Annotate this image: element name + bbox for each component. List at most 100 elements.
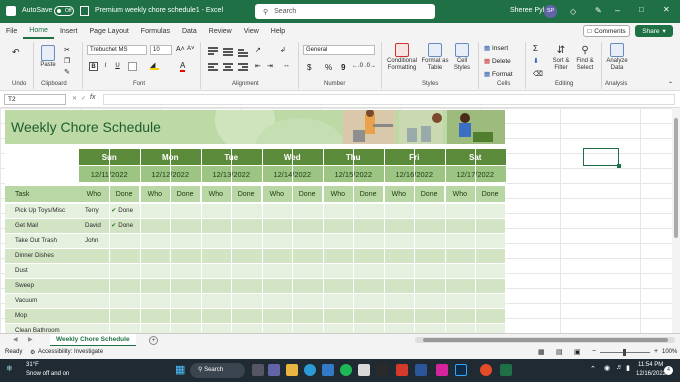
table-row[interactable]: Get Mail David ✔ Done xyxy=(5,219,505,233)
zoom-slider[interactable] xyxy=(600,349,650,356)
taskbar-search[interactable]: ⚲ Search xyxy=(190,363,245,378)
minimize-icon[interactable]: – xyxy=(615,5,620,15)
page-layout-view-icon[interactable]: ▤ xyxy=(556,348,563,356)
done-cell[interactable]: Done xyxy=(118,204,138,218)
format-cells-button[interactable]: ▦ Format xyxy=(484,70,513,78)
teams-icon[interactable] xyxy=(268,364,280,376)
autosave-toggle[interactable]: Off xyxy=(54,6,74,16)
comma-button[interactable]: 9 xyxy=(341,63,345,72)
table-row[interactable]: Vacuum xyxy=(5,294,505,308)
menu-insert[interactable]: Insert xyxy=(54,28,84,35)
decrease-decimal-icon[interactable]: .0→ xyxy=(365,63,376,69)
increase-decimal-icon[interactable]: ←.0 xyxy=(352,63,363,69)
task-view-icon[interactable] xyxy=(252,364,264,376)
done-column-header[interactable]: Done xyxy=(353,186,383,202)
comments-button[interactable]: □ Comments xyxy=(583,25,630,37)
search-box[interactable]: ⚲ Search xyxy=(255,4,435,19)
cancel-formula-icon[interactable]: ✕ xyxy=(72,95,77,102)
fill-color-icon[interactable]: ◢ xyxy=(150,61,159,70)
weather-temperature[interactable]: 31°F xyxy=(26,362,39,368)
align-top-button[interactable] xyxy=(208,46,218,56)
analyze-data-button[interactable]: Analyze Data xyxy=(604,43,630,72)
file-explorer-icon[interactable] xyxy=(286,364,298,376)
chrome-icon[interactable] xyxy=(480,364,492,376)
app-icon[interactable] xyxy=(376,364,388,376)
table-row[interactable]: Pick Up Toys/Misc Terry ✔ Done xyxy=(5,204,505,218)
number-format-select[interactable]: General xyxy=(303,45,375,55)
clear-icon[interactable]: ⌫ xyxy=(533,70,543,78)
who-column-header[interactable]: Who xyxy=(140,186,170,202)
volume-icon[interactable]: ♬ xyxy=(616,364,623,371)
prev-sheet-icon[interactable]: ◀ xyxy=(13,336,18,343)
task-name[interactable]: Vacuum xyxy=(15,294,79,308)
spreadsheet-grid[interactable]: Weekly Chore Schedule Sun12/11/2022WhoDo… xyxy=(0,108,680,353)
sort-filter-button[interactable]: ⇵ Sort & Filter xyxy=(549,43,573,72)
avatar[interactable]: SP xyxy=(544,5,557,18)
table-row[interactable]: Take Out Trash John xyxy=(5,234,505,248)
menu-review[interactable]: Review xyxy=(203,28,238,35)
bold-button[interactable]: B xyxy=(89,62,98,71)
currency-button[interactable]: $ xyxy=(307,63,311,72)
zoom-in-button[interactable]: + xyxy=(654,348,658,355)
who-column-header[interactable]: Who xyxy=(384,186,414,202)
task-name[interactable]: Dust xyxy=(15,264,79,278)
who-column-header[interactable]: Who xyxy=(201,186,231,202)
done-column-header[interactable]: Done xyxy=(292,186,322,202)
restore-icon[interactable]: □ xyxy=(639,5,644,14)
close-icon[interactable]: ✕ xyxy=(663,5,670,14)
font-size-select[interactable]: 10 xyxy=(150,45,172,55)
autosum-icon[interactable]: Σ xyxy=(533,44,538,53)
task-name[interactable]: Get Mail xyxy=(15,219,79,233)
accessibility-status[interactable]: Accessibility: Investigate xyxy=(38,349,103,355)
done-column-header[interactable]: Done xyxy=(231,186,261,202)
who-column-header[interactable]: Who xyxy=(445,186,475,202)
done-column-header[interactable]: Done xyxy=(414,186,444,202)
enter-formula-icon[interactable]: ✓ xyxy=(81,95,86,102)
menu-formulas[interactable]: Formulas xyxy=(135,28,176,35)
find-select-button[interactable]: ⚲ Find & Select xyxy=(574,43,596,72)
increase-indent-icon[interactable]: ⇥ xyxy=(267,62,273,70)
pen-icon[interactable]: ✎ xyxy=(595,6,602,15)
task-name[interactable]: Pick Up Toys/Misc xyxy=(15,204,79,218)
cut-icon[interactable]: ✂ xyxy=(64,46,70,54)
who-cell[interactable]: John xyxy=(85,234,109,248)
align-left-button[interactable] xyxy=(208,62,218,72)
font-color-button[interactable]: A xyxy=(180,61,186,72)
media-app-icon[interactable] xyxy=(396,364,408,376)
align-middle-button[interactable] xyxy=(223,46,233,56)
menu-page-layout[interactable]: Page Layout xyxy=(83,28,134,35)
name-box[interactable]: T2 xyxy=(4,94,66,105)
done-column-header[interactable]: Done xyxy=(475,186,505,202)
format-painter-icon[interactable]: ✎ xyxy=(64,68,70,76)
grow-font-button[interactable]: A˄ xyxy=(176,46,185,53)
fill-icon[interactable]: ⬇ xyxy=(533,57,539,65)
clock-date[interactable]: 12/16/2022 xyxy=(636,371,666,377)
weather-description[interactable]: Snow off and on xyxy=(26,371,69,377)
who-cell[interactable] xyxy=(85,279,109,293)
menu-home[interactable]: Home xyxy=(23,23,54,39)
delete-cells-button[interactable]: ▦ Delete xyxy=(484,57,511,65)
instagram-icon[interactable] xyxy=(436,364,448,376)
done-column-header[interactable]: Done xyxy=(109,186,139,202)
merge-center-icon[interactable]: ↔ xyxy=(283,62,290,69)
normal-view-icon[interactable]: ▦ xyxy=(538,348,545,356)
table-row[interactable]: Dinner Dishes xyxy=(5,249,505,263)
photo-app-icon[interactable] xyxy=(358,364,370,376)
who-cell[interactable]: David xyxy=(85,219,109,233)
task-name[interactable]: Take Out Trash xyxy=(15,234,79,248)
menu-data[interactable]: Data xyxy=(176,28,203,35)
tray-chevron-icon[interactable]: ⌃ xyxy=(590,365,596,373)
who-cell[interactable]: Terry xyxy=(85,204,109,218)
vertical-scroll-thumb[interactable] xyxy=(674,118,678,238)
save-icon[interactable] xyxy=(80,6,89,16)
table-row[interactable]: Sweep xyxy=(5,279,505,293)
format-as-table-button[interactable]: Format as Table xyxy=(421,43,449,72)
photoshop-icon[interactable] xyxy=(455,364,467,376)
horizontal-scrollbar[interactable] xyxy=(415,337,675,343)
who-cell[interactable] xyxy=(85,249,109,263)
table-row[interactable]: Mop xyxy=(5,309,505,323)
zoom-slider-thumb[interactable] xyxy=(623,349,626,356)
next-sheet-icon[interactable]: ▶ xyxy=(28,336,33,343)
store-icon[interactable] xyxy=(322,364,334,376)
start-icon[interactable]: ▦ xyxy=(175,364,185,376)
